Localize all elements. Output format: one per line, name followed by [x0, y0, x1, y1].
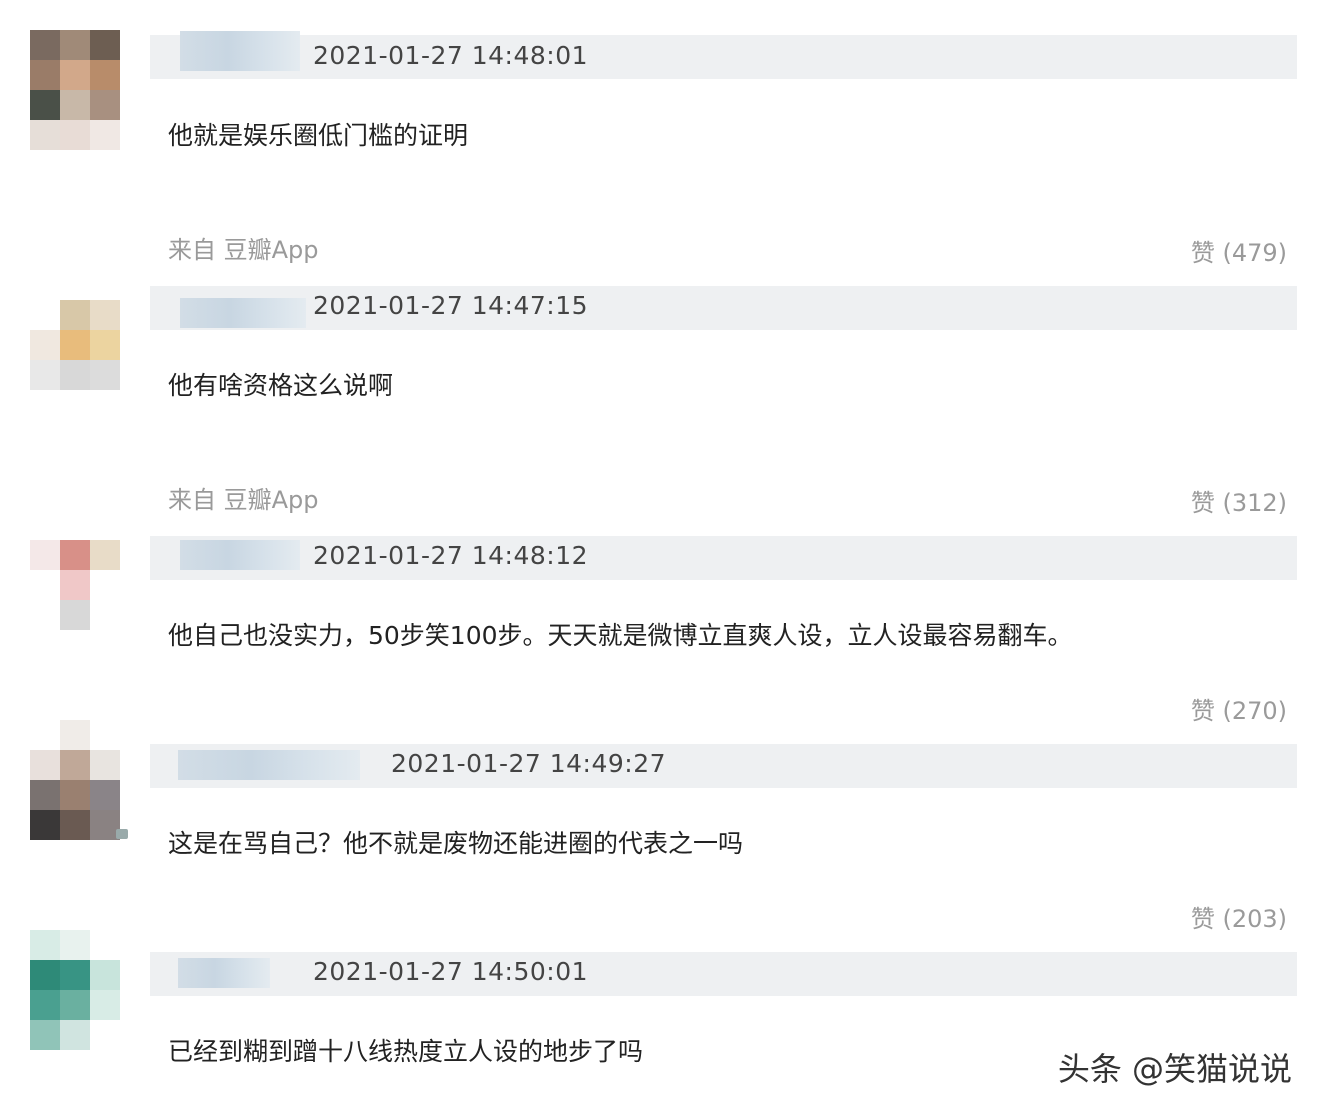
avatar-pixel: [60, 570, 90, 600]
avatar-pixel: [90, 60, 120, 90]
avatar-pixel: [30, 630, 60, 660]
comment-source: 来自 豆瓣App: [168, 486, 319, 514]
avatar-pixel: [30, 720, 60, 750]
timestamp: 2021-01-27 14:49:27: [391, 749, 667, 778]
avatar-pixel: [30, 540, 60, 570]
avatar-pixel: [30, 300, 60, 330]
avatar-pixel: [30, 600, 60, 630]
like-button[interactable]: 赞 (312): [1191, 483, 1287, 518]
comment-text: 他自己也没实力，50步笑100步。天天就是微博立直爽人设，立人设最容易翻车。: [168, 621, 1073, 650]
avatar-pixel: [30, 810, 60, 840]
avatar-badge-icon: [116, 829, 128, 839]
avatar-pixel: [60, 30, 90, 60]
avatar-pixel: [90, 30, 120, 60]
avatar[interactable]: [30, 30, 120, 150]
avatar[interactable]: [30, 540, 120, 660]
avatar-pixel: [90, 120, 120, 150]
avatar-pixel: [60, 360, 90, 390]
avatar-pixel: [30, 960, 60, 990]
username-blurred[interactable]: [180, 298, 306, 328]
avatar-pixel: [30, 120, 60, 150]
avatar[interactable]: [30, 300, 120, 420]
avatar-pixel: [60, 390, 90, 420]
avatar-pixel: [90, 570, 120, 600]
like-button[interactable]: 赞 (479): [1191, 233, 1287, 268]
like-button[interactable]: 赞 (203): [1191, 899, 1287, 934]
avatar-pixel: [30, 330, 60, 360]
avatar-pixel: [60, 810, 90, 840]
avatar-pixel: [30, 390, 60, 420]
avatar-pixel: [90, 90, 120, 120]
comment-text: 他就是娱乐圈低门槛的证明: [168, 121, 469, 150]
avatar-pixel: [90, 960, 120, 990]
username-blurred[interactable]: [180, 31, 300, 71]
avatar-pixel: [90, 1020, 120, 1050]
avatar-pixel: [90, 300, 120, 330]
avatar[interactable]: [30, 930, 120, 1050]
avatar-pixel: [90, 600, 120, 630]
timestamp: 2021-01-27 14:47:15: [313, 291, 589, 320]
comment-text: 他有啥资格这么说啊: [168, 371, 394, 400]
avatar[interactable]: [30, 720, 120, 840]
avatar-pixel: [60, 300, 90, 330]
avatar-pixel: [60, 90, 90, 120]
avatar-pixel: [30, 90, 60, 120]
avatar-pixel: [90, 360, 120, 390]
avatar-pixel: [60, 720, 90, 750]
watermark: 头条 @笑猫说说: [1057, 1050, 1292, 1088]
avatar-pixel: [30, 360, 60, 390]
avatar-pixel: [30, 1020, 60, 1050]
comment-text: 已经到糊到蹭十八线热度立人设的地步了吗: [168, 1037, 644, 1066]
avatar-pixel: [30, 750, 60, 780]
avatar-pixel: [90, 540, 120, 570]
avatar-pixel: [90, 750, 120, 780]
avatar-pixel: [60, 630, 90, 660]
avatar-pixel: [60, 750, 90, 780]
timestamp: 2021-01-27 14:50:01: [313, 957, 589, 986]
avatar-pixel: [60, 120, 90, 150]
comment-source: 来自 豆瓣App: [168, 236, 319, 264]
avatar-pixel: [60, 540, 90, 570]
avatar-pixel: [30, 30, 60, 60]
avatar-pixel: [90, 390, 120, 420]
avatar-pixel: [60, 600, 90, 630]
avatar-pixel: [60, 1020, 90, 1050]
avatar-pixel: [60, 930, 90, 960]
username-blurred[interactable]: [178, 750, 360, 780]
avatar-pixel: [30, 930, 60, 960]
username-blurred[interactable]: [178, 958, 270, 988]
avatar-pixel: [60, 330, 90, 360]
timestamp: 2021-01-27 14:48:12: [313, 541, 589, 570]
username-blurred[interactable]: [180, 540, 300, 570]
avatar-pixel: [90, 930, 120, 960]
avatar-pixel: [30, 60, 60, 90]
like-button[interactable]: 赞 (270): [1191, 691, 1287, 726]
avatar-pixel: [90, 780, 120, 810]
avatar-pixel: [60, 960, 90, 990]
comment-header: [150, 744, 1297, 788]
comment-text: 这是在骂自己？他不就是废物还能进圈的代表之一吗: [168, 829, 744, 858]
avatar-pixel: [90, 720, 120, 750]
avatar-pixel: [30, 570, 60, 600]
avatar-pixel: [30, 780, 60, 810]
timestamp: 2021-01-27 14:48:01: [313, 41, 589, 70]
avatar-pixel: [90, 630, 120, 660]
avatar-pixel: [60, 60, 90, 90]
avatar-pixel: [90, 990, 120, 1020]
avatar-pixel: [60, 780, 90, 810]
avatar-pixel: [90, 330, 120, 360]
avatar-pixel: [30, 990, 60, 1020]
avatar-pixel: [60, 990, 90, 1020]
